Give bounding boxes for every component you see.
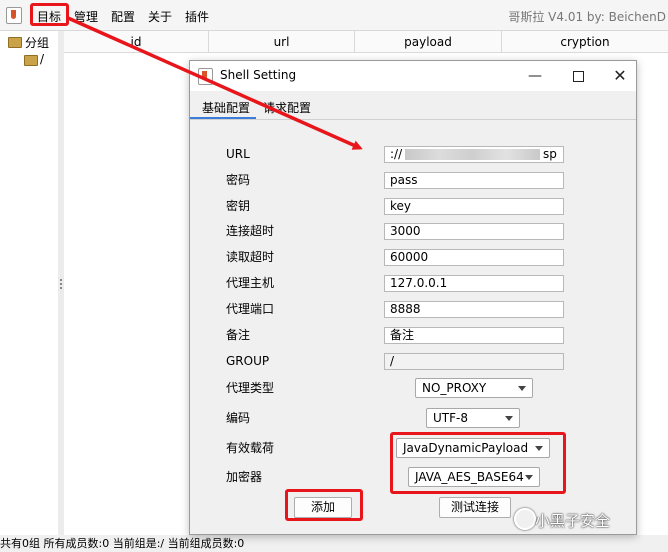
annotation-arrow xyxy=(67,16,363,150)
watermark-text: 小黑子安全 xyxy=(535,512,611,530)
wechat-watermark-icon xyxy=(514,508,536,530)
